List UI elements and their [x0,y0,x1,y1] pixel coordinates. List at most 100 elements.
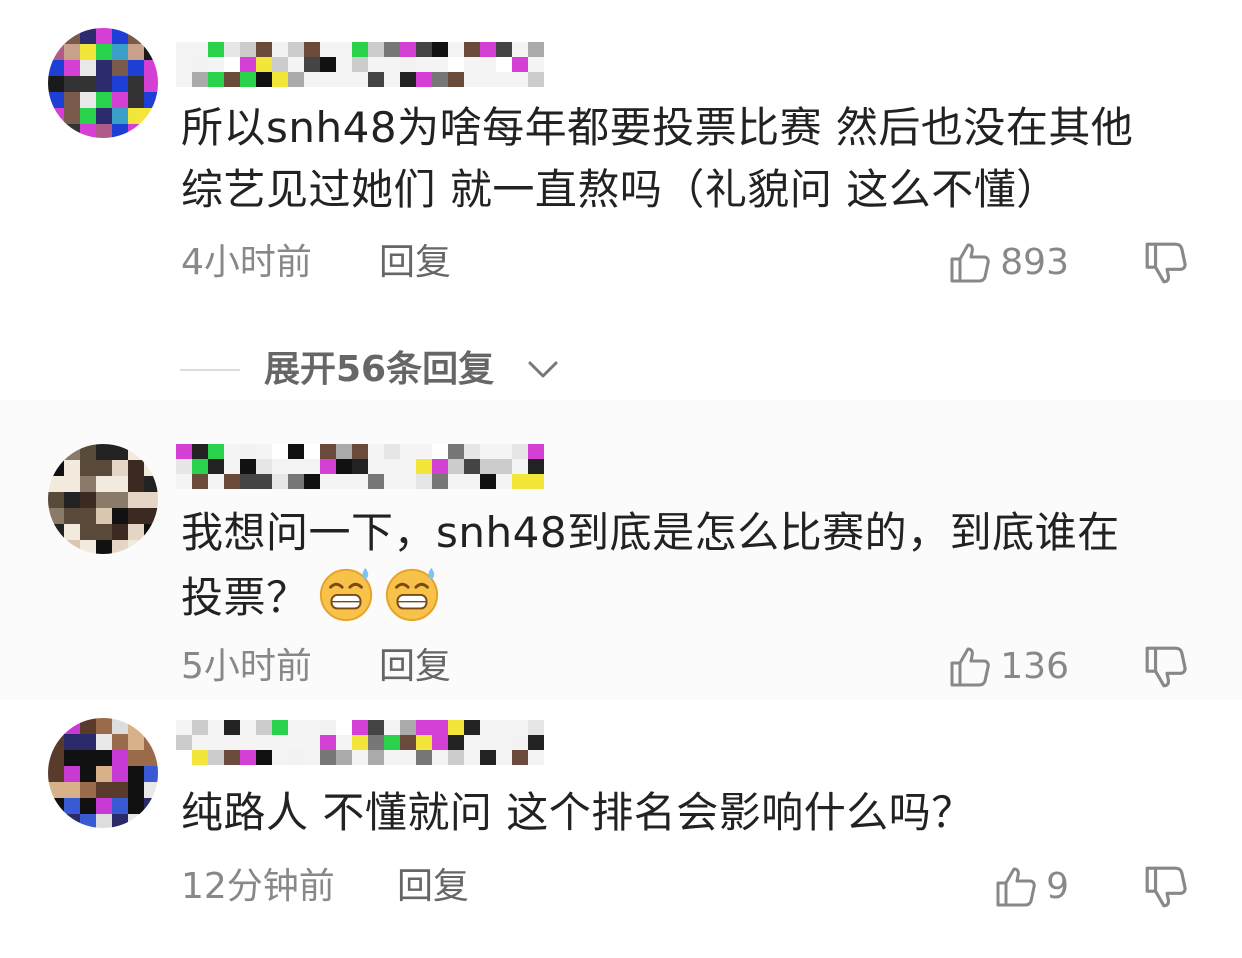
thumbs-down-icon[interactable] [1143,864,1189,910]
thumbs-down-icon[interactable] [1143,644,1189,690]
username-pixel [352,735,368,750]
username-pixel [384,42,400,57]
reply-button[interactable]: 回复 [379,238,451,288]
avatar-pixel [144,476,158,492]
avatar-pixel [112,540,128,554]
comment-1: 所以snh48为啥每年都要投票比赛 然后也没在其他 综艺见过她们 就一直熬吗（礼… [0,0,1242,330]
username-pixelated[interactable] [176,444,546,490]
username-pixel [176,735,192,750]
username-pixel [496,750,512,765]
avatar-pixel [48,444,64,460]
username-pixel [256,459,272,474]
username-pixel [288,72,304,87]
avatar[interactable] [48,718,158,828]
username-pixel [256,444,272,459]
username-pixel [208,750,224,765]
avatar-pixel [144,44,158,60]
chevron-down-icon [528,361,558,378]
avatar-pixel [80,750,96,766]
username-pixel [240,42,256,57]
avatar-pixel [128,44,144,60]
avatar-pixel [112,60,128,76]
thumbs-down-icon[interactable] [1143,240,1189,286]
username-pixel [176,42,192,57]
username-pixel [384,720,400,735]
username-pixel [368,444,384,459]
avatar-pixel [80,124,96,138]
username-pixel [384,459,400,474]
username-pixel [176,720,192,735]
username-pixel [480,459,496,474]
avatar-pixel [64,28,80,44]
avatar-pixel [144,734,158,750]
username-pixel [272,57,288,72]
avatar-pixel [64,508,80,524]
username-pixel [432,42,448,57]
avatar-pixel [96,492,112,508]
comment-meta: 4小时前 回复 893 [181,238,1201,288]
username-pixel [272,459,288,474]
avatar-pixel [64,540,80,554]
avatar-pixel [80,444,96,460]
username-pixel [480,750,496,765]
avatar-pixel [128,718,144,734]
username-pixel [304,735,320,750]
username-pixel [240,459,256,474]
username-pixel [352,459,368,474]
username-pixel [400,459,416,474]
username-pixel [416,735,432,750]
comment-text: 纯路人 不懂就问 这个排名会影响什么吗？ [181,782,1201,844]
username-pixel [528,474,544,489]
avatar-pixel [64,444,80,460]
timestamp: 5小时前 [181,646,312,687]
avatar-pixel [96,782,112,798]
username-pixel [240,750,256,765]
username-pixel [352,750,368,765]
avatar-pixel [80,108,96,124]
reply-button[interactable]: 回复 [397,862,469,912]
avatar-pixel [144,718,158,734]
username-pixel [352,57,368,72]
avatar-pixel [128,76,144,92]
avatar-pixel [64,766,80,782]
username-pixel [480,444,496,459]
username-pixelated[interactable] [176,720,546,766]
username-pixel [288,57,304,72]
avatar-pixel [48,524,64,540]
username-pixelated[interactable] [176,42,546,88]
avatar-pixel [112,44,128,60]
username-pixel [336,474,352,489]
username-pixel [480,42,496,57]
avatar-pixel [128,28,144,44]
username-pixel [272,720,288,735]
username-pixel [400,750,416,765]
username-pixel [240,444,256,459]
username-pixel [176,750,192,765]
username-pixel [192,474,208,489]
avatar-pixel [128,766,144,782]
avatar-pixel [144,814,158,828]
avatar[interactable] [48,28,158,138]
username-pixel [448,42,464,57]
username-pixel [192,444,208,459]
username-pixel [448,474,464,489]
avatar-pixel [64,476,80,492]
username-pixel [480,735,496,750]
timestamp: 12分钟前 [181,866,335,907]
username-pixel [464,57,480,72]
avatar-pixel [64,718,80,734]
avatar-pixel [112,444,128,460]
like-button[interactable]: 136 [948,642,1069,692]
reply-button[interactable]: 回复 [379,642,451,692]
avatar-pixel [112,28,128,44]
avatar-pixel [112,718,128,734]
avatar-pixel [128,750,144,766]
like-button[interactable]: 893 [948,238,1069,288]
username-pixel [288,444,304,459]
username-pixel [448,750,464,765]
like-button[interactable]: 9 [994,862,1069,912]
username-pixel [240,72,256,87]
avatar-pixel [80,524,96,540]
expand-replies-button[interactable]: 展开56条回复 [180,345,680,395]
avatar[interactable] [48,444,158,554]
